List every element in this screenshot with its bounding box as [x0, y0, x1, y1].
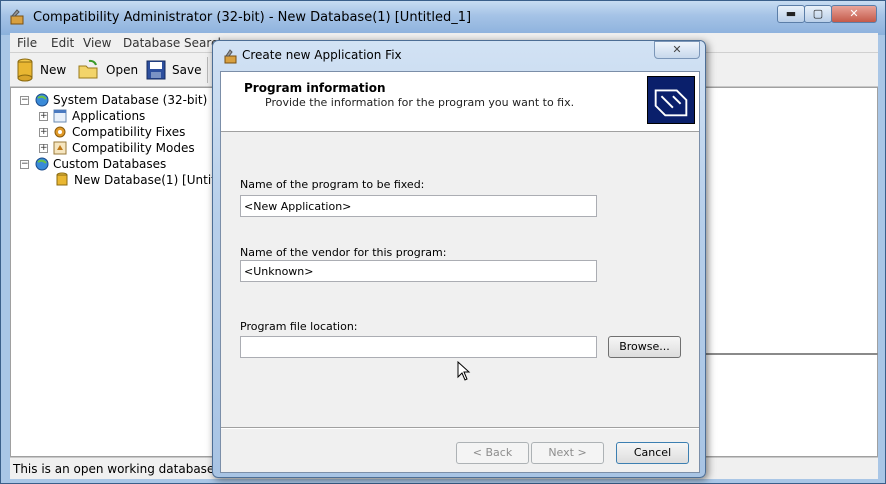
cancel-button[interactable]: Cancel [616, 442, 689, 464]
menu-database[interactable]: Database [123, 36, 180, 50]
expand-icon[interactable]: + [39, 111, 48, 121]
open-folder-icon [78, 59, 98, 79]
next-button[interactable]: Next > [531, 442, 604, 464]
menu-edit[interactable]: Edit [51, 36, 74, 50]
wizard-graphic-icon [647, 76, 695, 124]
close-button[interactable]: ✕ [831, 5, 877, 23]
window-title: Compatibility Administrator (32-bit) - N… [33, 10, 472, 25]
modes-icon [53, 141, 67, 155]
tree-item-system-database[interactable]: − System Database (32-bit) [20, 92, 207, 108]
open-label: Open [106, 63, 139, 77]
expand-icon[interactable]: + [39, 143, 48, 153]
applications-icon [53, 109, 67, 123]
globe-database-icon [35, 157, 49, 171]
app-icon [10, 9, 24, 25]
database-icon [56, 172, 68, 186]
globe-database-icon [35, 93, 49, 107]
tree-label: Compatibility Fixes [72, 125, 186, 139]
open-button[interactable]: Open [78, 57, 138, 83]
menu-view[interactable]: View [83, 36, 111, 50]
gears-icon [54, 126, 66, 138]
program-location-label: Program file location: [240, 320, 358, 333]
dialog-title: Create new Application Fix [242, 48, 402, 62]
header-title: Program information [244, 81, 386, 95]
new-label: New [40, 63, 67, 77]
title-bar[interactable]: Compatibility Administrator (32-bit) - N… [1, 1, 885, 33]
expand-icon[interactable]: + [39, 127, 48, 137]
dialog-body: Program information Provide the informat… [220, 71, 700, 473]
pane-divider[interactable] [706, 353, 878, 355]
status-text: This is an open working database. Fixe [13, 462, 246, 476]
vendor-name-field[interactable] [240, 260, 597, 282]
vendor-name-label: Name of the vendor for this program: [240, 246, 447, 259]
dialog-close-button[interactable]: ✕ [654, 41, 700, 59]
tree-label: Custom Databases [53, 157, 167, 171]
tree-label: Compatibility Modes [72, 141, 195, 155]
tree-label: System Database (32-bit) [53, 93, 208, 107]
tree-item-applications[interactable]: + Applications [39, 108, 145, 124]
create-app-fix-dialog: Create new Application Fix ✕ Program inf… [212, 40, 706, 478]
save-button[interactable]: Save [146, 57, 201, 83]
menu-file[interactable]: File [17, 36, 37, 50]
browse-button[interactable]: Browse... [608, 336, 681, 358]
app-fix-icon [224, 49, 237, 64]
database-icon [17, 58, 33, 82]
new-button[interactable]: New [16, 57, 66, 83]
save-label: Save [172, 63, 202, 77]
tree-label: Applications [72, 109, 146, 123]
minimize-button[interactable]: ▬ [777, 5, 805, 23]
maximize-button[interactable]: ▢ [804, 5, 832, 23]
tree-item-custom-databases[interactable]: − Custom Databases [20, 156, 166, 172]
back-button[interactable]: < Back [456, 442, 529, 464]
wizard-header: Program information Provide the informat… [221, 72, 699, 132]
program-name-field[interactable] [240, 195, 597, 217]
toolbar-separator [207, 57, 208, 83]
collapse-icon[interactable]: − [20, 159, 29, 169]
tree-item-compatibility-fixes[interactable]: + Compatibility Fixes [39, 124, 185, 140]
header-subtitle: Provide the information for the program … [265, 96, 575, 109]
program-name-label: Name of the program to be fixed: [240, 178, 425, 191]
program-location-field[interactable] [240, 336, 597, 358]
mouse-pointer-icon [457, 361, 471, 381]
collapse-icon[interactable]: − [20, 95, 29, 105]
tree-item-compatibility-modes[interactable]: + Compatibility Modes [39, 140, 195, 156]
dialog-separator [221, 427, 699, 429]
save-disk-icon [146, 60, 166, 80]
